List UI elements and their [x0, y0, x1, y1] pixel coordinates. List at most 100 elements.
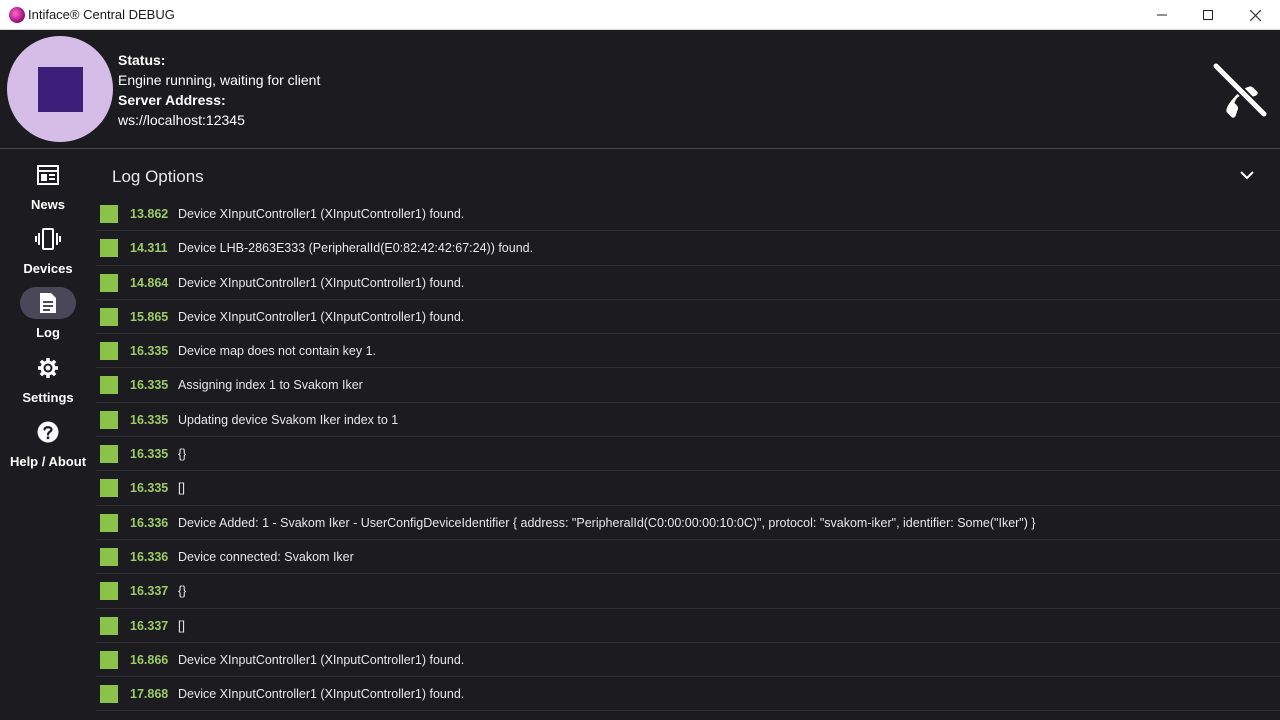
log-entry: 15.865 Device XInputController1 (XInputCo… — [96, 300, 1280, 335]
log-message: Device map does not contain key 1. — [178, 344, 377, 359]
phone-disabled-icon[interactable] — [1208, 58, 1272, 122]
navigation-rail: News Devices Log Settings Help / About — [0, 149, 96, 720]
nav-label-news: News — [31, 197, 65, 212]
log-level-marker — [100, 547, 118, 566]
maximize-icon — [1203, 10, 1213, 20]
log-timestamp: 16.337 — [130, 584, 169, 599]
log-entry: 16.335 Device map does not contain key 1. — [96, 334, 1280, 369]
log-timestamp: 16.336 — [130, 549, 169, 564]
log-entry: 13.862 Device XInputController1 (XInputCo… — [96, 197, 1280, 232]
log-timestamp: 14.311 — [130, 241, 168, 256]
log-level-marker — [100, 650, 118, 669]
status-value: Engine running, waiting for client — [118, 72, 321, 88]
vibration-icon — [35, 228, 61, 250]
log-message: Assigning index 1 to Svakom Iker — [178, 378, 363, 393]
nav-label-settings: Settings — [22, 390, 74, 405]
nav-pill-log — [20, 287, 76, 319]
log-entry: 16.337 [] — [96, 609, 1280, 643]
nav-item-devices[interactable]: Devices — [0, 223, 96, 283]
gear-icon — [38, 358, 58, 378]
nav-pill-help — [20, 416, 76, 448]
log-options-header[interactable]: Log Options — [112, 167, 204, 187]
log-message: Device XInputController1 (XInputControll… — [178, 652, 465, 667]
log-level-marker — [100, 445, 118, 464]
log-entry: 16.335 Assigning index 1 to Svakom Iker — [96, 368, 1280, 403]
log-timestamp: 16.335 — [130, 412, 169, 427]
log-message: [] — [178, 618, 185, 633]
log-level-marker — [100, 513, 118, 532]
log-level-marker — [100, 410, 118, 429]
log-level-marker — [100, 205, 118, 223]
nav-label-log: Log — [36, 325, 60, 340]
log-timestamp: 16.336 — [130, 515, 169, 530]
minimize-icon — [1157, 14, 1167, 16]
nav-label-help-about: Help / About — [9, 454, 87, 469]
log-entry: 16.335 {} — [96, 437, 1280, 472]
log-level-marker — [100, 376, 118, 395]
log-entry: 16.336 Device Added: 1 - Svakom Iker - Us… — [96, 506, 1280, 540]
log-entry: 14.311 Device LHB-2863E333 (PeripheralId(… — [96, 231, 1280, 266]
log-list[interactable]: 13.862 Device XInputController1 (XInputCo… — [96, 197, 1280, 712]
server-address-value: ws://localhost:12345 — [118, 112, 245, 128]
log-level-marker — [100, 479, 118, 498]
log-message: Device XInputController1 (XInputControll… — [178, 207, 465, 221]
status-panel: Status: Engine running, waiting for clie… — [118, 50, 320, 130]
title-bar: Intiface® Central DEBUG — [0, 0, 1280, 30]
status-label: Status: — [118, 52, 166, 68]
nav-item-news[interactable]: News — [0, 159, 96, 219]
log-message: Device LHB-2863E333 (PeripheralId(E0:82:… — [178, 241, 534, 256]
log-entry: 16.866 Device XInputController1 (XInputCo… — [96, 643, 1280, 678]
log-timestamp: 16.335 — [130, 481, 169, 496]
news-icon — [37, 165, 59, 185]
nav-item-help-about[interactable]: Help / About — [0, 416, 96, 476]
log-timestamp: 17.868 — [130, 687, 169, 702]
log-timestamp: 15.865 — [130, 309, 169, 324]
log-level-marker — [100, 307, 118, 326]
log-entry: 14.864 Device XInputController1 (XInputCo… — [96, 266, 1280, 300]
log-message: Device XInputController1 (XInputControll… — [178, 687, 465, 702]
nav-pill-news — [20, 159, 76, 191]
log-timestamp: 16.335 — [130, 344, 169, 359]
maximize-button[interactable] — [1185, 0, 1231, 30]
app-logo-icon — [9, 7, 25, 23]
log-message: {} — [178, 584, 187, 599]
log-timestamp: 16.866 — [130, 652, 169, 667]
nav-pill-settings — [20, 352, 76, 384]
log-entry: 16.335 Updating device Svakom Iker index … — [96, 403, 1280, 438]
log-entry: 16.335 [] — [96, 471, 1280, 506]
log-level-marker — [100, 342, 118, 361]
log-message: [] — [178, 481, 185, 496]
close-icon — [1249, 9, 1261, 21]
close-button[interactable] — [1232, 0, 1278, 30]
server-address-label: Server Address: — [118, 92, 226, 108]
log-message: Device XInputController1 (XInputControll… — [178, 309, 465, 324]
log-entry: 16.336 Device connected: Svakom Iker — [96, 540, 1280, 575]
log-level-marker — [100, 685, 118, 704]
log-timestamp: 14.864 — [130, 275, 169, 290]
nav-pill-devices — [20, 223, 76, 255]
log-message: Device Added: 1 - Svakom Iker - UserConf… — [178, 515, 1036, 530]
log-icon — [40, 293, 56, 313]
log-level-marker — [100, 616, 118, 635]
log-timestamp: 16.335 — [130, 447, 169, 462]
log-level-marker — [100, 239, 118, 258]
log-level-marker — [100, 273, 118, 292]
log-timestamp: 16.335 — [130, 378, 169, 393]
minimize-button[interactable] — [1139, 0, 1185, 30]
nav-label-devices: Devices — [23, 261, 73, 276]
chevron-down-icon[interactable] — [1237, 165, 1257, 185]
log-level-marker — [100, 582, 118, 601]
log-timestamp: 13.862 — [130, 207, 169, 221]
log-message: {} — [178, 447, 187, 462]
log-panel: Log Options 13.862 Device XInputControlle… — [96, 149, 1280, 720]
window-title: Intiface® Central DEBUG — [28, 7, 175, 22]
nav-item-log[interactable]: Log — [0, 287, 96, 347]
log-message: Updating device Svakom Iker index to 1 — [178, 412, 399, 427]
log-entry: 16.337 {} — [96, 574, 1280, 609]
log-timestamp: 16.337 — [130, 618, 169, 633]
help-icon — [37, 421, 59, 443]
stop-icon — [38, 67, 83, 112]
nav-item-settings[interactable]: Settings — [0, 352, 96, 412]
log-entry: 17.868 Device XInputController1 (XInputCo… — [96, 677, 1280, 712]
log-message: Device connected: Svakom Iker — [178, 549, 354, 564]
